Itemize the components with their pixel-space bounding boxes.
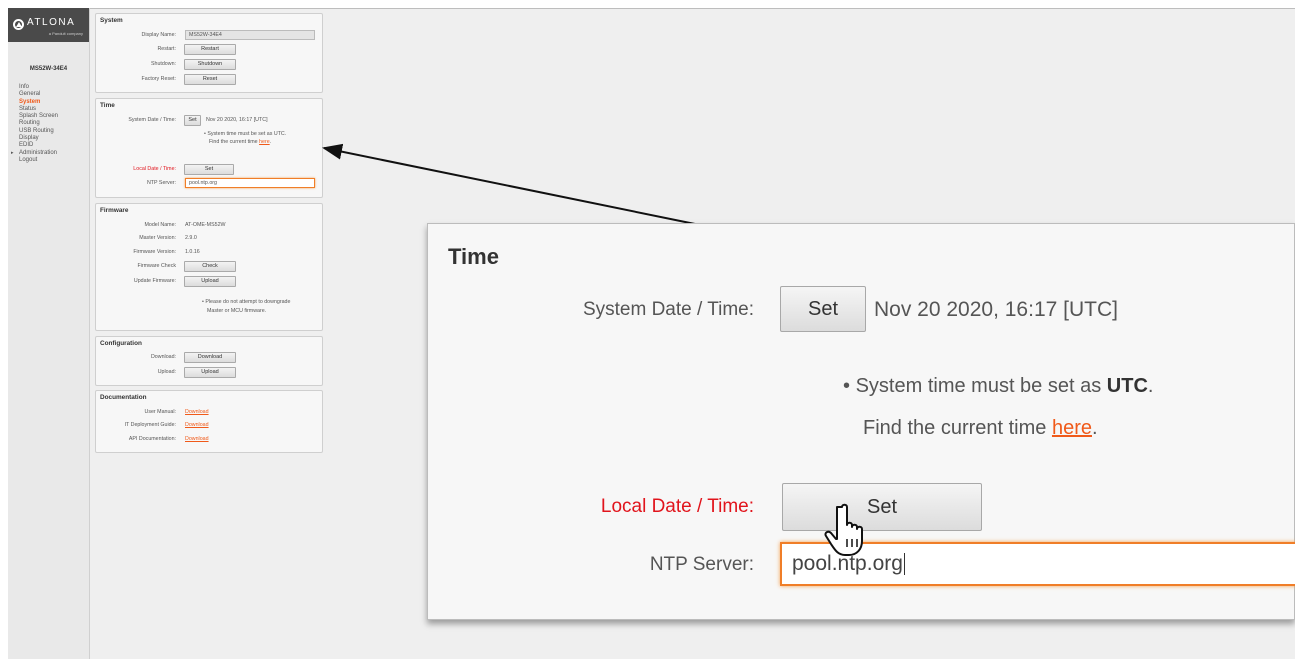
panel-title: System (100, 17, 123, 24)
sidebar: ATLONA a Panduit company MS52W-34E4 Info… (8, 8, 90, 659)
logo-subtitle: a Panduit company (48, 31, 83, 36)
system-time-set-button[interactable]: Set (184, 115, 201, 126)
api-doc-label: API Documentation: (128, 436, 176, 442)
sidebar-item-splash-screen[interactable]: Splash Screen (19, 113, 89, 120)
zoom-system-time-set-button[interactable]: Set (780, 286, 866, 332)
logo-bar: ATLONA a Panduit company (8, 8, 89, 42)
config-download-label: Download: (150, 354, 176, 360)
configuration-panel: Configuration Download: Download Upload:… (95, 336, 323, 386)
note-utc: UTC (273, 131, 285, 137)
model-name-value: AT-OME-MS52W (185, 222, 226, 228)
firmware-check-label: Firmware Check (137, 263, 176, 269)
logo-text: ATLONA (27, 17, 76, 28)
firmware-version-label: Firmware Version: (133, 249, 176, 255)
ntp-server-input[interactable]: pool.ntp.org (185, 178, 315, 188)
note-bullet: • (202, 299, 204, 305)
time-panel: Time System Date / Time: Set Nov 20 2020… (95, 98, 323, 198)
documentation-panel: Documentation User Manual: Download IT D… (95, 390, 323, 453)
reset-button[interactable]: Reset (184, 74, 236, 85)
zoom-utc-note: • System time must be set as UTC. (843, 375, 1153, 398)
note-punct: . (284, 131, 287, 137)
it-guide-label: IT Deployment Guide: (124, 422, 176, 428)
sidebar-item-usb-routing[interactable]: USB Routing (19, 128, 89, 135)
hand-pointer-icon (824, 503, 863, 556)
factory-reset-label: Factory Reset: (141, 76, 176, 82)
zoom-local-time-set-button[interactable]: Set (782, 483, 982, 531)
firmware-upload-button[interactable]: Upload (184, 276, 236, 287)
note-text-line2: Master or MCU firmware. (207, 308, 267, 314)
device-name: MS52W-34E4 (29, 66, 68, 72)
downgrade-note: • Please do not attempt to downgrade (202, 298, 290, 306)
user-manual-download-link[interactable]: Download (185, 409, 209, 415)
zoom-system-datetime-label: System Date / Time: (582, 299, 754, 320)
config-upload-button[interactable]: Upload (184, 367, 236, 378)
note-punct: . (1147, 375, 1154, 397)
sidebar-item-general[interactable]: General (19, 91, 89, 98)
display-name-field[interactable]: MS52W-34E4 (185, 30, 315, 40)
zoom-current-time-link[interactable]: here (1052, 417, 1092, 439)
zoom-system-datetime-value: Nov 20 2020, 16:17 [UTC] (874, 298, 1118, 321)
local-datetime-label: Local Date / Time: (133, 166, 176, 172)
sidebar-item-administration[interactable]: ▸ Administration (11, 149, 89, 157)
config-upload-label: Upload: (157, 369, 176, 375)
restart-label: Restart: (157, 46, 176, 52)
note-text: System time must be set as (207, 131, 274, 137)
zoom-callout: Time System Date / Time: Set Nov 20 2020… (427, 223, 1295, 620)
master-version-label: Master Version: (139, 235, 176, 241)
zoom-local-datetime-label: Local Date / Time: (600, 496, 754, 517)
sidebar-item-routing[interactable]: Routing (19, 120, 89, 127)
utc-note-line2: Find the current time here. (209, 138, 271, 146)
firmware-panel: Firmware Model Name: AT-OME-MS52W Master… (95, 203, 323, 331)
system-panel: System Display Name: MS52W-34E4 Restart:… (95, 13, 323, 93)
note-punct: . (1092, 417, 1098, 439)
display-name-label: Display Name: (141, 32, 176, 38)
note-text: Find the current time (863, 417, 1052, 439)
utc-note: • System time must be set as UTC. (204, 130, 286, 138)
sidebar-item-label: Administration (19, 149, 58, 156)
current-time-link[interactable]: here (259, 139, 270, 145)
system-datetime-value: Nov 20 2020, 16:17 [UTC] (206, 117, 268, 123)
panel-title: Firmware (100, 207, 129, 214)
note-bullet: • (843, 375, 851, 397)
expand-caret-icon: ▸ (11, 149, 14, 156)
firmware-version-value: 1.0.16 (185, 249, 200, 255)
panel-title: Documentation (100, 394, 147, 401)
atlona-logo-icon (13, 19, 24, 30)
shutdown-button[interactable]: Shutdown (184, 59, 236, 70)
sidebar-nav: Info General System Status Splash Screen… (8, 84, 89, 164)
model-name-label: Model Name: (144, 222, 177, 228)
sidebar-item-display[interactable]: Display (19, 135, 89, 142)
firmware-check-button[interactable]: Check (184, 261, 236, 272)
note-text: Please do not attempt to downgrade (205, 299, 291, 305)
user-manual-label: User Manual: (144, 409, 177, 415)
ntp-server-label: NTP Server: (146, 180, 176, 186)
master-version-value: 2.9.0 (185, 235, 197, 241)
zoom-ntp-server-label: NTP Server: (649, 554, 754, 575)
system-datetime-label: System Date / Time: (128, 117, 176, 123)
it-guide-download-link[interactable]: Download (185, 422, 209, 428)
sidebar-item-logout[interactable]: Logout (19, 157, 89, 164)
sidebar-item-status[interactable]: Status (19, 106, 89, 113)
shutdown-label: Shutdown: (150, 61, 176, 67)
note-text: System time must be set as (855, 375, 1107, 397)
zoom-time-title: Time (448, 244, 499, 269)
panel-title: Time (100, 102, 115, 109)
sidebar-item-edid[interactable]: EDID (19, 142, 89, 149)
config-download-button[interactable]: Download (184, 352, 236, 363)
zoom-utc-note-line2: Find the current time here. (863, 417, 1098, 440)
api-doc-download-link[interactable]: Download (185, 436, 209, 442)
sidebar-item-info[interactable]: Info (19, 84, 89, 91)
sidebar-item-system[interactable]: System (19, 99, 89, 106)
local-time-set-button[interactable]: Set (184, 164, 234, 175)
update-firmware-label: Update Firmware: (133, 278, 176, 284)
restart-button[interactable]: Restart (184, 44, 236, 55)
note-punct: . (269, 139, 272, 145)
note-text: Find the current time (209, 139, 260, 145)
text-cursor (903, 553, 905, 576)
note-utc: UTC (1106, 375, 1148, 397)
note-bullet: • (204, 131, 206, 137)
panel-title: Configuration (100, 340, 142, 347)
